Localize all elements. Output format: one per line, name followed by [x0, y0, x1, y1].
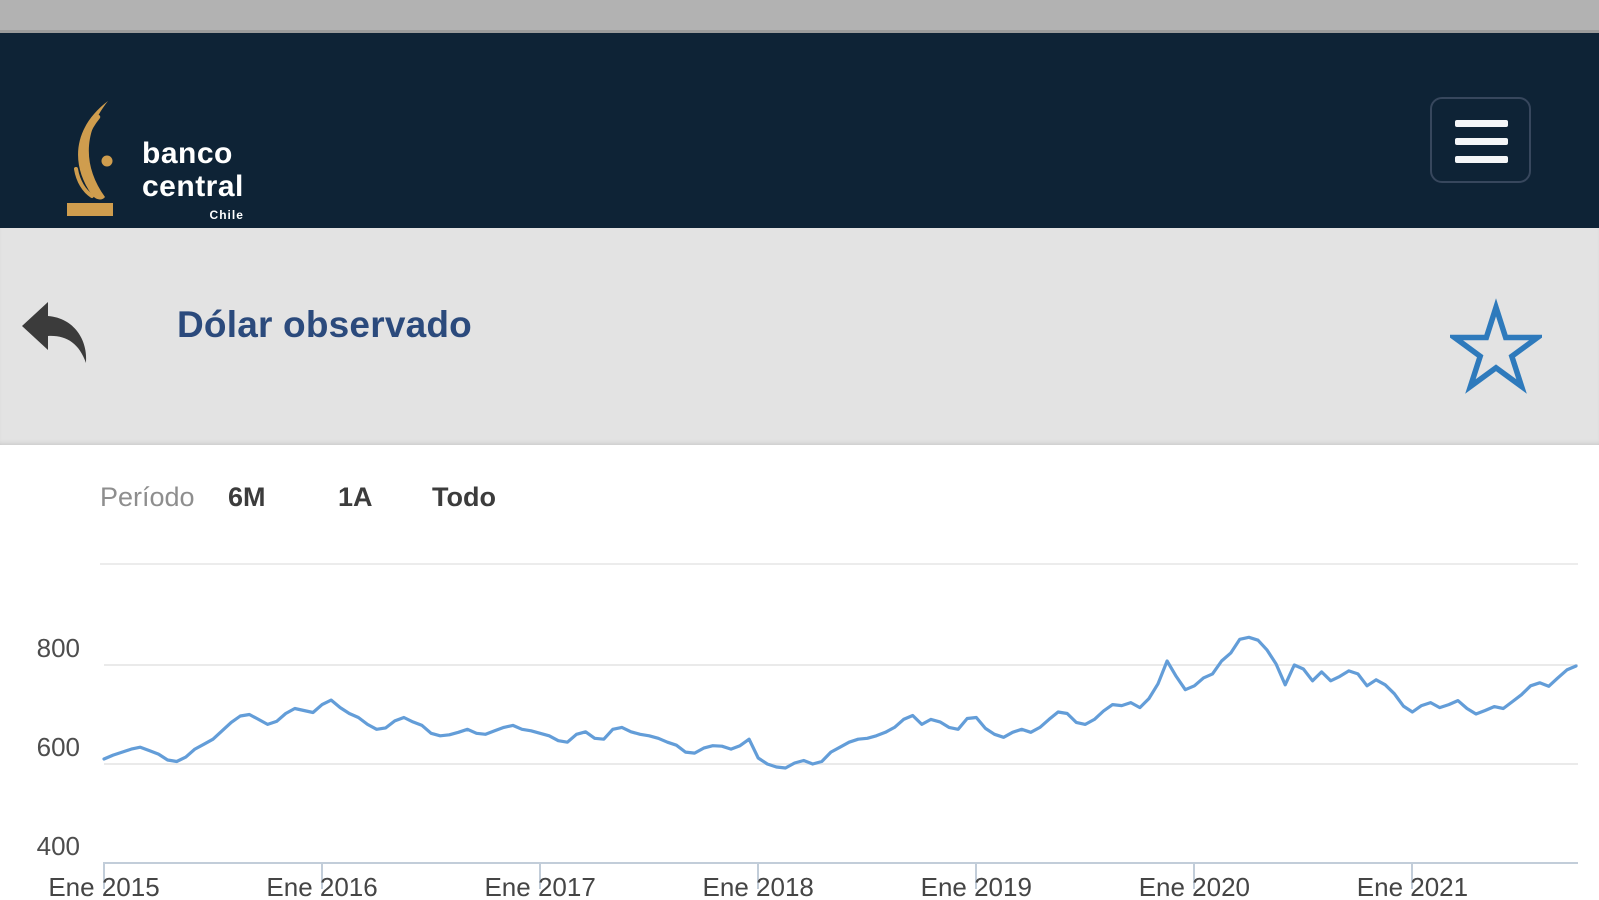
y-axis-label: 800 [36, 633, 80, 663]
title-bar: Dólar observado [0, 228, 1599, 445]
x-axis-label: Ene 2021 [1356, 872, 1469, 900]
page-title: Dólar observado [177, 304, 472, 345]
period-option-6m[interactable]: 6M [228, 482, 266, 513]
hamburger-icon [1455, 120, 1508, 164]
y-axis-label: 400 [36, 831, 80, 861]
x-axis-label: Ene 2020 [1138, 872, 1251, 900]
banco-central-logo: banco central Chile [62, 99, 244, 221]
app-header: banco central Chile [0, 33, 1599, 228]
logo-line-2: central [142, 170, 244, 203]
logo-crescent-icon [67, 101, 113, 216]
period-selector: Período 6M 1A Todo [0, 478, 1599, 522]
logo-line-3: Chile [209, 208, 244, 222]
period-option-1a[interactable]: 1A [338, 482, 373, 513]
star-icon [1446, 297, 1546, 394]
app-screen: banco central Chile Dólar observado Perí… [0, 0, 1599, 900]
back-button[interactable] [16, 296, 100, 372]
x-axis-label: Ene 2016 [266, 872, 378, 900]
x-axis-label: Ene 2018 [702, 872, 814, 900]
y-axis-label: 600 [36, 732, 80, 762]
x-axis-label: Ene 2017 [484, 872, 596, 900]
logo-wordmark: banco central Chile [142, 137, 244, 221]
period-option-todo[interactable]: Todo [432, 482, 496, 513]
menu-button[interactable] [1430, 97, 1531, 183]
back-arrow-icon [22, 301, 87, 363]
dollar-observado-chart: 800 600 400 Ene 2015 Ene 2016 Ene 2017 Ene 201… [0, 560, 1599, 900]
status-bar [0, 0, 1599, 33]
x-axis-label: Ene 2015 [48, 872, 160, 900]
x-axis-label: Ene 2019 [920, 872, 1032, 900]
x-axis-line [104, 862, 1578, 864]
gridline [104, 763, 1578, 765]
logo-line-1: banco [142, 137, 233, 170]
period-label: Período [100, 482, 195, 512]
gridline [104, 664, 1578, 666]
favorite-button[interactable] [1446, 292, 1546, 402]
